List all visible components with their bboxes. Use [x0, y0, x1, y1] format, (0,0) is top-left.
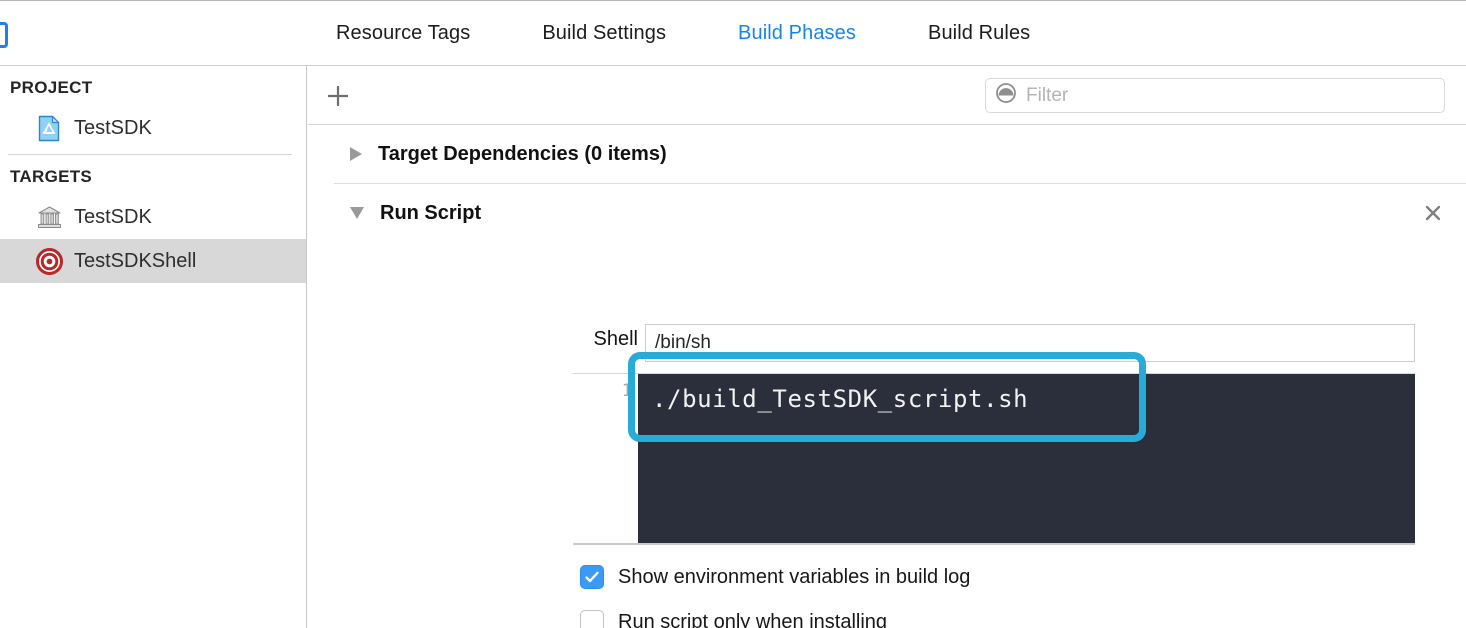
- focused-control-stub[interactable]: [0, 22, 8, 48]
- sidebar-targets-header: TARGETS: [0, 155, 306, 195]
- checkbox-label: Run script only when installing: [618, 611, 887, 628]
- sidebar-item-label: TestSDK: [74, 117, 152, 140]
- triangle-right-icon[interactable]: [350, 147, 362, 161]
- plus-icon: [325, 83, 351, 109]
- checkbox-show-env-vars[interactable]: Show environment variables in build log: [580, 565, 970, 589]
- phase-title: Target Dependencies (0 items): [378, 143, 667, 166]
- checkbox-unchecked-icon[interactable]: [580, 610, 604, 628]
- build-phases-pane: Filter Target Dependencies (0 items) Run…: [308, 66, 1466, 628]
- shell-value: /bin/sh: [655, 332, 711, 354]
- project-targets-sidebar: PROJECT TestSDK TARGETS: [0, 66, 307, 628]
- tab-list: Resource Tags Build Settings Build Phase…: [300, 1, 1066, 66]
- triangle-down-icon[interactable]: [350, 207, 364, 219]
- add-build-phase-button[interactable]: [322, 80, 354, 112]
- editor-line-number-gutter: 1: [573, 374, 638, 543]
- editor-bottom-border: [573, 543, 1415, 545]
- build-phases-toolbar: Filter: [308, 66, 1466, 125]
- xcode-project-icon: [36, 115, 63, 142]
- tab-build-phases[interactable]: Build Phases: [702, 22, 892, 45]
- checkbox-run-when-installing[interactable]: Run script only when installing: [580, 610, 887, 628]
- sidebar-item-target-testsdkshell[interactable]: TestSDKShell: [0, 239, 306, 283]
- phase-target-dependencies[interactable]: Target Dependencies (0 items): [308, 125, 1466, 183]
- editor-tab-bar: Resource Tags Build Settings Build Phase…: [0, 0, 1466, 66]
- sidebar-item-target-testsdk[interactable]: TestSDK: [0, 195, 306, 239]
- sidebar-project-header: PROJECT: [0, 66, 306, 106]
- tab-build-settings[interactable]: Build Settings: [506, 22, 702, 45]
- remove-phase-button[interactable]: [1422, 202, 1444, 224]
- script-line: ./build_TestSDK_script.sh: [652, 382, 1415, 416]
- checkbox-checked-icon[interactable]: [580, 565, 604, 589]
- script-editor[interactable]: 1 ./build_TestSDK_script.sh: [573, 373, 1415, 543]
- tab-build-rules[interactable]: Build Rules: [892, 22, 1066, 45]
- phase-run-script[interactable]: Run Script: [308, 184, 1466, 242]
- filter-icon: [995, 82, 1017, 109]
- checkbox-label: Show environment variables in build log: [618, 566, 970, 589]
- bullseye-target-icon: [36, 248, 63, 275]
- framework-library-icon: [36, 204, 63, 231]
- sidebar-item-label: TestSDKShell: [74, 250, 196, 273]
- xcode-build-phases-window: Resource Tags Build Settings Build Phase…: [0, 0, 1466, 628]
- close-x-icon: [1423, 203, 1443, 223]
- shell-label: Shell: [578, 328, 638, 351]
- sidebar-item-label: TestSDK: [74, 206, 152, 229]
- tab-resource-tags[interactable]: Resource Tags: [300, 22, 506, 45]
- filter-placeholder-text: Filter: [1026, 85, 1068, 107]
- sidebar-item-project-testsdk[interactable]: TestSDK: [0, 106, 306, 150]
- shell-input[interactable]: /bin/sh: [645, 324, 1415, 362]
- script-code-area[interactable]: ./build_TestSDK_script.sh: [638, 374, 1415, 543]
- filter-input[interactable]: Filter: [985, 78, 1445, 113]
- shell-row: Shell /bin/sh: [308, 324, 1466, 366]
- phase-title: Run Script: [380, 202, 481, 225]
- line-number: 1: [573, 381, 632, 401]
